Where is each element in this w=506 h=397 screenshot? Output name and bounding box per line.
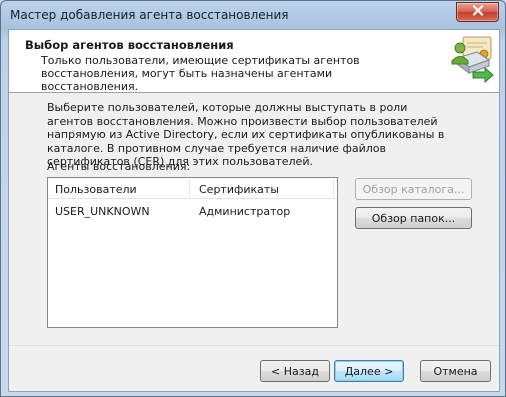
cancel-button[interactable]: Отмена: [420, 360, 491, 382]
column-header-users[interactable]: Пользователи: [55, 183, 137, 196]
certificate-agent-icon: [449, 34, 495, 84]
title-bar[interactable]: Мастер добавления агента восстановления: [1, 1, 505, 29]
browse-directory-button[interactable]: Обзор каталога...: [355, 178, 472, 200]
browse-folders-button[interactable]: Обзор папок...: [355, 207, 472, 229]
column-divider[interactable]: [189, 179, 190, 197]
certificate-cell: Администратор: [199, 205, 291, 218]
column-header-certificates[interactable]: Сертификаты: [199, 183, 279, 196]
window-title: Мастер добавления агента восстановления: [10, 8, 289, 22]
back-button[interactable]: < Назад: [260, 360, 330, 382]
wizard-window: Мастер добавления агента восстановления …: [0, 0, 506, 397]
agents-label: Агенты восстановления:: [47, 160, 191, 173]
close-button[interactable]: [456, 2, 499, 22]
wizard-client-area: Выбор агентов восстановления Только поль…: [8, 29, 500, 392]
list-item[interactable]: USER_UNKNOWN Администратор: [48, 202, 337, 219]
recovery-agents-list[interactable]: Пользователи Сертификаты USER_UNKNOWN Ад…: [47, 177, 338, 328]
list-header: Пользователи Сертификаты: [48, 178, 337, 199]
user-cell: USER_UNKNOWN: [55, 205, 150, 218]
page-description: Только пользователи, имеющие сертификаты…: [41, 54, 360, 93]
wizard-header: Выбор агентов восстановления Только поль…: [9, 30, 499, 93]
instructions-text: Выберите пользователей, которые должны в…: [47, 101, 445, 168]
close-icon: [472, 5, 484, 19]
next-button[interactable]: Далее >: [334, 360, 404, 382]
column-divider[interactable]: [333, 179, 334, 197]
footer-divider: [9, 345, 499, 346]
page-title: Выбор агентов восстановления: [25, 38, 234, 52]
